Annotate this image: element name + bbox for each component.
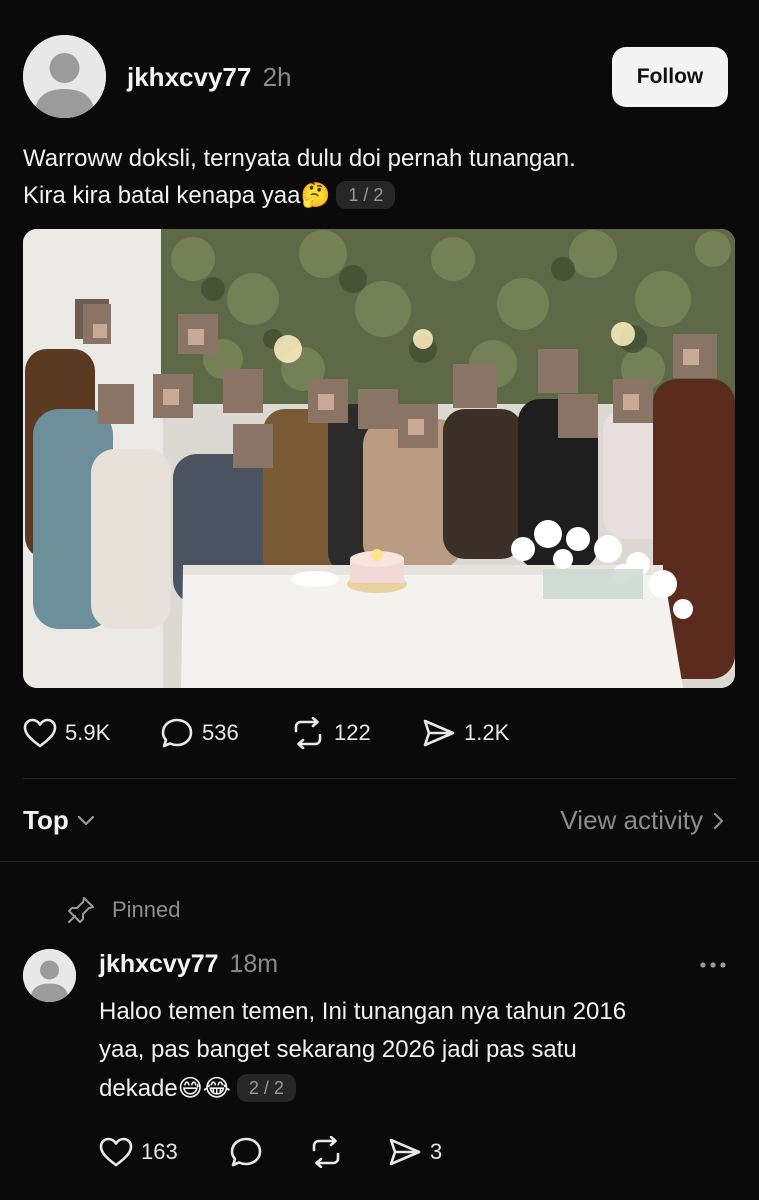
heart-icon [99,1137,133,1167]
reply-like-count: 163 [141,1139,178,1164]
reply-text-line-3-text: dekade [99,1075,178,1102]
reply-share-count: 3 [430,1139,443,1164]
reply-header: jkhxcvy77 18m [99,950,278,979]
comment-bubble-icon [161,718,193,748]
post-image[interactable] [23,229,735,688]
reply-time: 18m [229,950,279,978]
reply-author-avatar[interactable] [23,949,76,1002]
more-options-button[interactable] [698,950,728,980]
reply-text-line-1: Haloo temen temen, Ini tunangan nya tahu… [99,998,627,1025]
reply-body: Haloo temen temen, Ini tunangan nya tahu… [99,993,739,1108]
send-icon [389,1138,421,1166]
view-activity-label: View activity [560,805,703,835]
share-action[interactable]: 1.2K [422,717,509,749]
comment-bubble-icon [230,1137,262,1167]
follow-button[interactable]: Follow [612,47,728,107]
default-avatar-icon [23,949,76,1002]
reply-author-username[interactable]: jkhxcvy77 [99,950,219,978]
pin-icon [68,897,94,923]
comment-count: 536 [202,720,239,745]
post-pager: 1 / 2 [336,181,396,209]
reply-like-action[interactable]: 163 [99,1136,178,1168]
repost-icon [294,717,322,749]
reply-comment-action[interactable] [229,1136,263,1168]
reply-share-action[interactable]: 3 [388,1136,442,1168]
pinned-indicator: Pinned [66,895,181,925]
chevron-down-icon [77,815,94,825]
default-avatar-icon [23,35,106,118]
comment-action[interactable]: 536 [160,717,239,749]
post-text-line-2: Kira kira batal kenapa yaa🤔 1 / 2 [23,177,733,214]
sort-dropdown[interactable]: Top [23,805,95,836]
reply-pager: 2 / 2 [236,1074,296,1102]
reply-repost-action[interactable] [308,1136,344,1168]
more-dots-icon [700,962,726,968]
post-time: 2h [262,62,292,92]
like-count: 5.9K [65,720,111,745]
divider [23,778,736,779]
share-count: 1.2K [464,720,510,745]
like-action[interactable]: 5.9K [23,717,110,749]
reply-text-line-3: dekade😅😂 2 / 2 [99,1069,739,1108]
section-divider [0,861,759,862]
repost-action[interactable]: 122 [290,717,371,749]
repost-count: 122 [334,720,371,745]
repost-icon [312,1136,340,1168]
post-text-line-1: Warroww doksli, ternyata dulu doi pernah… [23,145,576,172]
pinned-label: Pinned [112,897,181,922]
reply-text-line-2: yaa, pas banget sekarang 2026 jadi pas s… [99,1036,577,1063]
sort-label: Top [23,805,69,835]
view-activity-link[interactable]: View activity [560,805,725,836]
author-username[interactable]: jkhxcvy77 [127,62,251,92]
post-body: Warroww doksli, ternyata dulu doi pernah… [23,140,733,214]
author-avatar[interactable] [23,35,106,118]
group-photo-image [23,229,735,688]
post-text-line-2-text: Kira kira batal kenapa yaa [23,182,301,209]
send-icon [423,719,455,747]
heart-icon [23,718,57,748]
thinking-emoji: 🤔 [300,181,331,209]
laughing-emojis: 😅😂 [177,1074,231,1102]
chevron-right-icon [713,812,724,829]
post-header: jkhxcvy77 2h [127,62,291,93]
